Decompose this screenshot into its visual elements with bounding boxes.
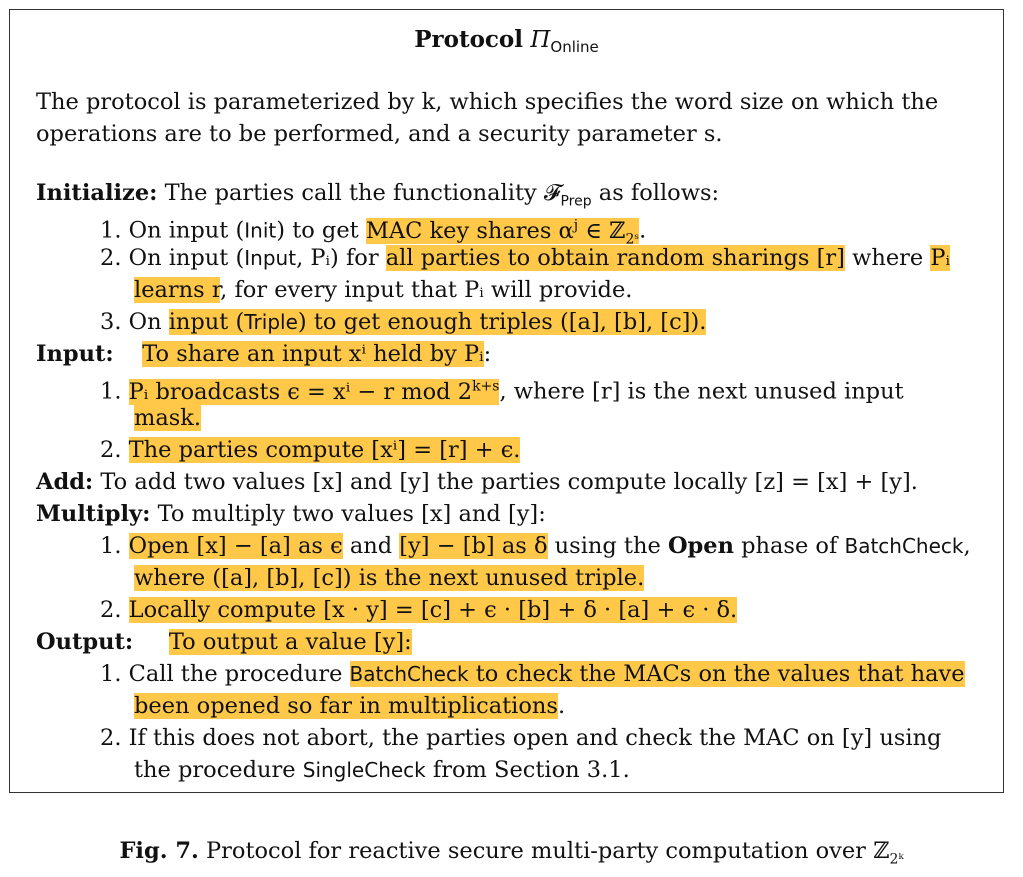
output-heading: Output: To output a value [y]:	[36, 629, 412, 655]
figure-caption: Fig. 7. Protocol for reactive secure mul…	[119, 838, 904, 868]
initialize-item-2: 2. On input (Input, Pᵢ) for all parties …	[100, 245, 951, 271]
output-item-2-cont: the procedure SingleCheck from Section 3…	[134, 757, 630, 783]
multiply-item-1-cont: where ([a], [b], [c]) is the next unused…	[134, 565, 645, 591]
multiply-heading: Multiply: To multiply two values [x] and…	[36, 501, 546, 527]
add-line: Add: To add two values [x] and [y] the p…	[36, 469, 918, 495]
output-item-1: 1. Call the procedure BatchCheck to chec…	[100, 661, 965, 687]
multiply-item-2: 2. Locally compute [x · y] = [c] + ϵ · […	[100, 597, 738, 623]
input-item-1-cont: mask.	[134, 405, 202, 431]
initialize-item-2-cont: learns r, for every input that Pᵢ will p…	[134, 277, 633, 303]
multiply-item-1: 1. Open [x] − [a] as ϵ and [y] − [b] as …	[100, 533, 971, 559]
intro-line-2: operations are to be performed, and a se…	[36, 121, 723, 147]
protocol-title: Protocol ΠOnline	[414, 26, 599, 56]
input-heading: Input: To share an input xⁱ held by Pᵢ:	[36, 341, 492, 367]
output-item-2: 2. If this does not abort, the parties o…	[100, 725, 942, 751]
input-item-2: 2. The parties compute [xⁱ] = [r] + ϵ.	[100, 437, 521, 463]
output-item-1-cont: been opened so far in multiplications.	[134, 693, 566, 719]
initialize-item-3: 3. On input (Triple) to get enough tripl…	[100, 309, 707, 335]
input-item-1: 1. Pᵢ broadcasts ϵ = xⁱ − r mod 2k+s, wh…	[100, 378, 904, 405]
protocol-box: Protocol ΠOnline The protocol is paramet…	[9, 9, 1004, 793]
intro-line-1: The protocol is parameterized by k, whic…	[36, 89, 939, 115]
